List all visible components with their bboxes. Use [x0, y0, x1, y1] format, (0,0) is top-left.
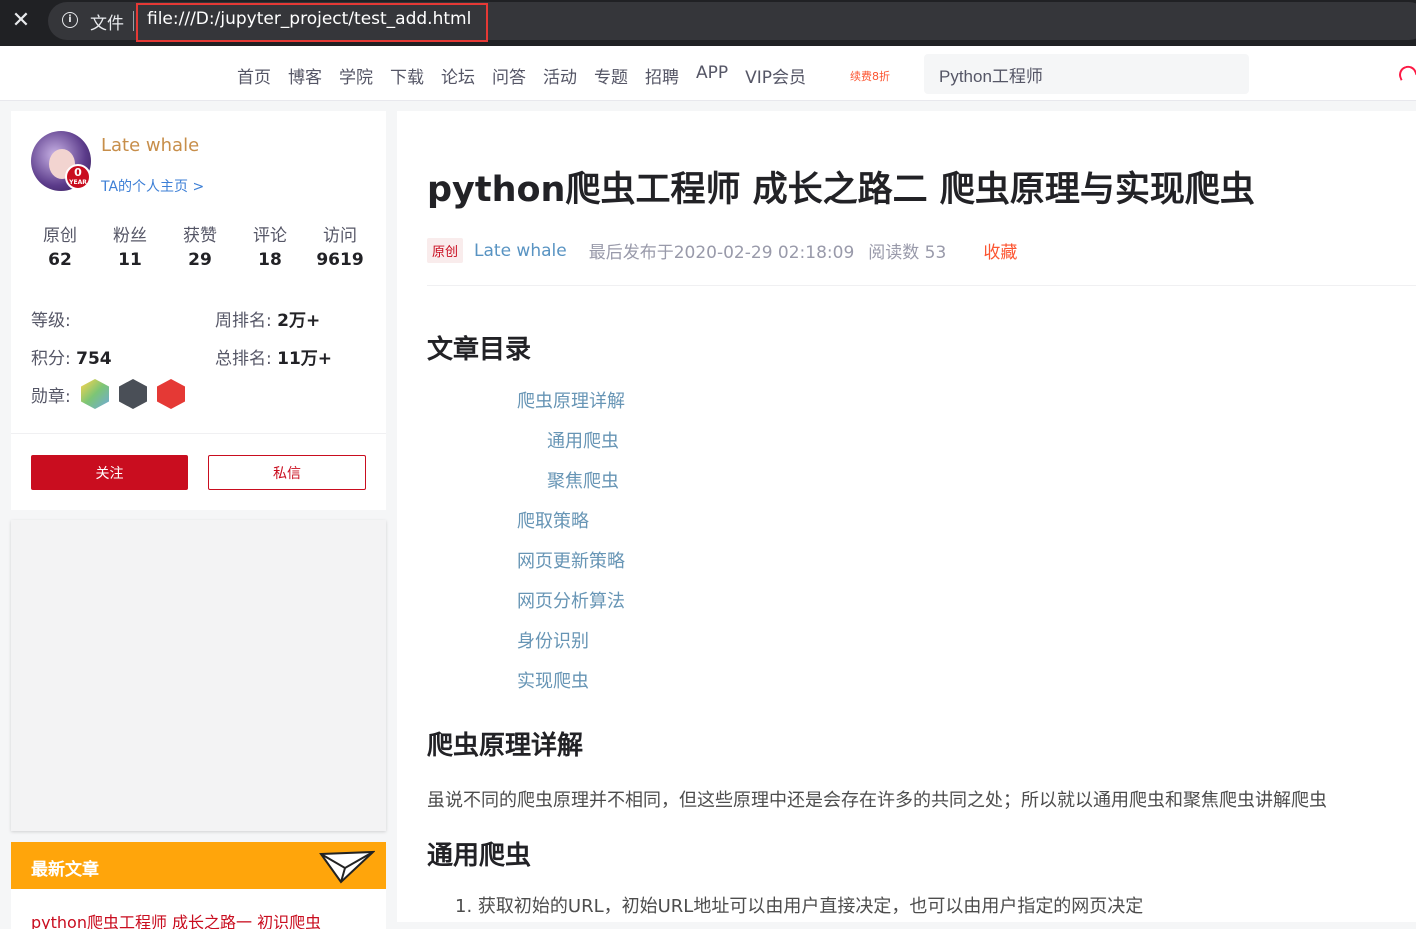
points-row: 积分: 754: [31, 344, 112, 369]
medal-list: [81, 379, 185, 409]
section-paragraph: 虽说不同的爬虫原理并不相同，但这些原理中还是会存在许多的共同之处；所以就以通用爬…: [427, 790, 1327, 811]
anniversary-medal-icon[interactable]: [81, 379, 109, 409]
toc-link[interactable]: 网页分析算法: [517, 587, 625, 613]
total-rank-label: 总排名:: [215, 349, 272, 369]
toc-link[interactable]: 爬虫原理详解: [517, 387, 625, 413]
nav-link-home[interactable]: 首页: [237, 63, 271, 88]
years-badge-unit: YEAR: [69, 179, 87, 186]
stat-fans: 粉丝 11: [95, 221, 165, 270]
address-divider: [133, 11, 134, 31]
stat-label: 访问: [323, 226, 357, 246]
medals-row: 勋章:: [31, 382, 71, 407]
stat-value: 29: [188, 250, 212, 270]
pen-medal-icon[interactable]: [157, 379, 185, 409]
week-rank-label: 周排名:: [215, 311, 272, 331]
toc-link[interactable]: 实现爬虫: [517, 667, 589, 693]
favorite-link[interactable]: 收藏: [983, 238, 1017, 263]
years-badge-number: 0: [74, 166, 82, 179]
info-icon[interactable]: i: [62, 12, 78, 28]
nav-link-academy[interactable]: 学院: [339, 63, 373, 88]
meta-divider: [427, 285, 1416, 286]
article-meta: 原创 Late whale 最后发布于2020-02-29 02:18:09 阅…: [427, 238, 1017, 263]
level-label: 等级:: [31, 311, 71, 331]
toc-link[interactable]: 通用爬虫: [547, 427, 619, 453]
paper-plane-icon: [319, 850, 375, 884]
nav-link-forum[interactable]: 论坛: [441, 63, 475, 88]
latest-articles-header: 最新文章: [11, 842, 386, 889]
stat-label: 获赞: [183, 226, 217, 246]
profile-divider: [11, 433, 386, 434]
latest-article-link[interactable]: python爬虫工程师 成长之路一 初识爬虫: [31, 909, 321, 929]
nav-link-app[interactable]: APP: [696, 63, 728, 88]
years-badge-icon: 0 YEAR: [65, 164, 91, 190]
week-rank-row: 周排名: 2万+: [215, 306, 320, 331]
nav-link-topics[interactable]: 专题: [594, 63, 628, 88]
stat-value: 62: [48, 250, 72, 270]
browser-toolbar: ✕ i 文件 file:///D:/jupyter_project/test_a…: [0, 0, 1416, 46]
brand-logo-icon[interactable]: [1396, 63, 1416, 81]
article-content: python爬虫工程师 成长之路二 爬虫原理与实现爬虫 原创 Late whal…: [397, 111, 1416, 922]
list-item: 1. 获取初始的URL，初始URL地址可以由用户直接决定，也可以由用户指定的网页…: [455, 896, 1144, 917]
stat-comments: 评论 18: [235, 221, 305, 270]
site-top-nav: 首页 博客 学院 下载 论坛 问答 活动 专题 招聘 APP VIP会员 续费8…: [0, 46, 1416, 101]
stat-value: 11: [118, 250, 142, 270]
total-rank-value: 11万+: [277, 349, 333, 369]
toc-link[interactable]: 网页更新策略: [517, 547, 625, 573]
nav-link-jobs[interactable]: 招聘: [645, 63, 679, 88]
level-row: 等级:: [31, 306, 71, 331]
author-stats: 原创 62 粉丝 11 获赞 29 评论 18 访问 9619: [25, 221, 375, 270]
medals-label: 勋章:: [31, 387, 71, 407]
points-value: 754: [76, 349, 112, 369]
close-icon[interactable]: ✕: [8, 8, 34, 34]
dark-medal-icon[interactable]: [119, 379, 147, 409]
nav-links: 首页 博客 学院 下载 论坛 问答 活动 专题 招聘 APP VIP会员: [237, 63, 823, 88]
section-heading: 爬虫原理详解: [427, 731, 584, 761]
nav-link-blog[interactable]: 博客: [288, 63, 322, 88]
stat-likes: 获赞 29: [165, 221, 235, 270]
total-rank-row: 总排名: 11万+: [215, 344, 332, 369]
original-tag: 原创: [427, 238, 464, 263]
author-homepage-link[interactable]: TA的个人主页 >: [101, 176, 204, 196]
read-count: 阅读数 53: [868, 243, 947, 263]
vip-promo-badge: 续费8折: [850, 70, 890, 83]
article-title: python爬虫工程师 成长之路二 爬虫原理与实现爬虫: [427, 170, 1255, 210]
toc-link[interactable]: 爬取策略: [517, 507, 589, 533]
author-profile-card: 0 YEAR Late whale TA的个人主页 > 原创 62 粉丝 11 …: [11, 111, 386, 510]
follow-button[interactable]: 关注: [31, 455, 188, 490]
publish-date: 最后发布于2020-02-29 02:18:09: [588, 243, 855, 263]
ad-placeholder: [11, 520, 386, 831]
stat-label: 评论: [253, 226, 287, 246]
stat-label: 原创: [43, 226, 77, 246]
nav-link-qa[interactable]: 问答: [492, 63, 526, 88]
latest-articles-list: python爬虫工程师 成长之路一 初识爬虫: [11, 889, 386, 929]
section-heading: 通用爬虫: [427, 841, 532, 871]
stat-value: 9619: [316, 250, 364, 270]
toc-title: 文章目录: [427, 335, 532, 365]
toc-link[interactable]: 聚焦爬虫: [547, 467, 619, 493]
nav-link-events[interactable]: 活动: [543, 63, 577, 88]
latest-articles-title: 最新文章: [31, 860, 99, 880]
toc-link[interactable]: 身份识别: [517, 627, 589, 653]
stat-original: 原创 62: [25, 221, 95, 270]
file-scheme-label: 文件: [90, 14, 124, 34]
week-rank-value: 2万+: [277, 311, 321, 331]
stat-label: 粉丝: [113, 226, 147, 246]
nav-link-download[interactable]: 下载: [390, 63, 424, 88]
stat-visits: 访问 9619: [305, 221, 375, 270]
article-author-link[interactable]: Late whale: [474, 241, 567, 261]
author-name[interactable]: Late whale: [101, 135, 199, 156]
search-input[interactable]: [924, 54, 1249, 94]
nav-link-vip[interactable]: VIP会员: [745, 63, 806, 88]
stat-value: 18: [258, 250, 282, 270]
url-text[interactable]: file:///D:/jupyter_project/test_add.html: [147, 9, 471, 29]
points-label: 积分:: [31, 349, 71, 369]
message-button[interactable]: 私信: [208, 455, 366, 490]
